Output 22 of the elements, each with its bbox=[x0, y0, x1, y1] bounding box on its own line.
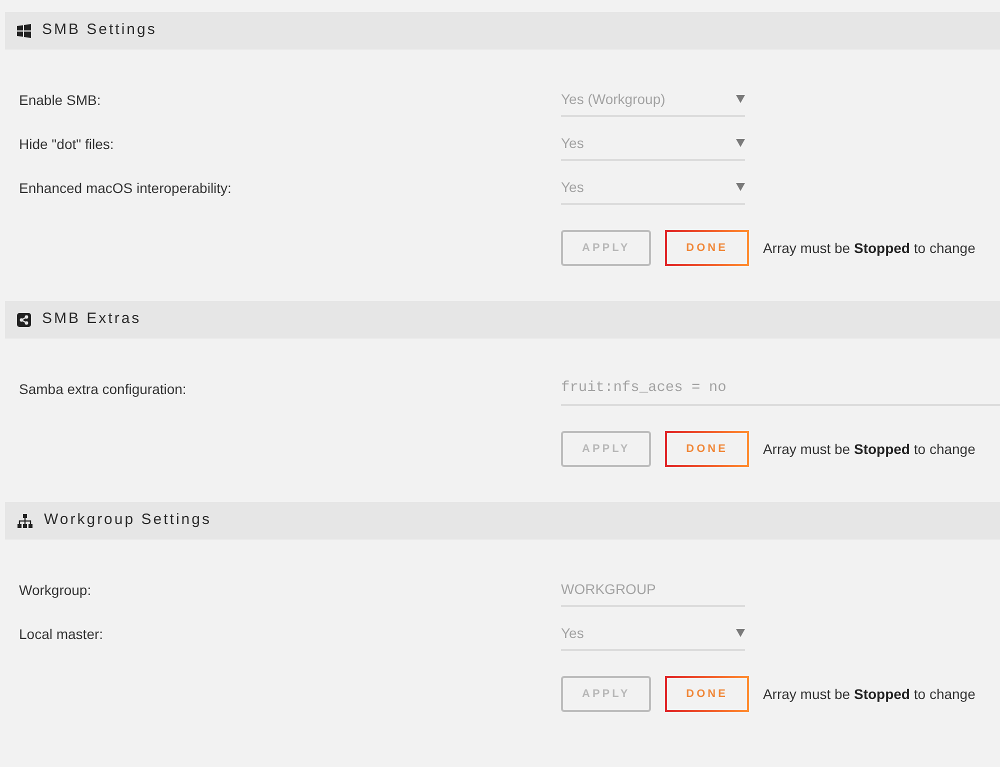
done-button[interactable]: DONE bbox=[665, 676, 749, 712]
field-label: Samba extra configuration: bbox=[19, 380, 186, 396]
caret-icon bbox=[736, 95, 745, 103]
field-label: Enable SMB: bbox=[19, 92, 101, 108]
section-title: SMB Settings bbox=[42, 20, 157, 40]
section-title: SMB Extras bbox=[42, 309, 142, 330]
status-message: Array must be Stopped to change bbox=[762, 238, 976, 258]
caret-icon bbox=[736, 183, 745, 191]
sitemap-icon bbox=[17, 514, 33, 528]
field-label: Local master: bbox=[19, 626, 104, 642]
done-button[interactable]: DONE bbox=[665, 431, 749, 467]
caret-icon bbox=[736, 629, 745, 637]
field-label: Enhanced macOS interoperability: bbox=[19, 180, 232, 196]
caret-icon bbox=[736, 139, 745, 147]
share-icon bbox=[17, 312, 31, 326]
field-label: Hide "dot" files: bbox=[19, 136, 114, 152]
done-button[interactable]: DONE bbox=[665, 230, 749, 266]
status-message: Array must be Stopped to change bbox=[762, 440, 976, 459]
field-label: Workgroup: bbox=[19, 582, 92, 598]
section-title: Workgroup Settings bbox=[44, 510, 212, 530]
grid-icon bbox=[17, 24, 31, 38]
status-message: Array must be Stopped to change bbox=[762, 684, 976, 704]
